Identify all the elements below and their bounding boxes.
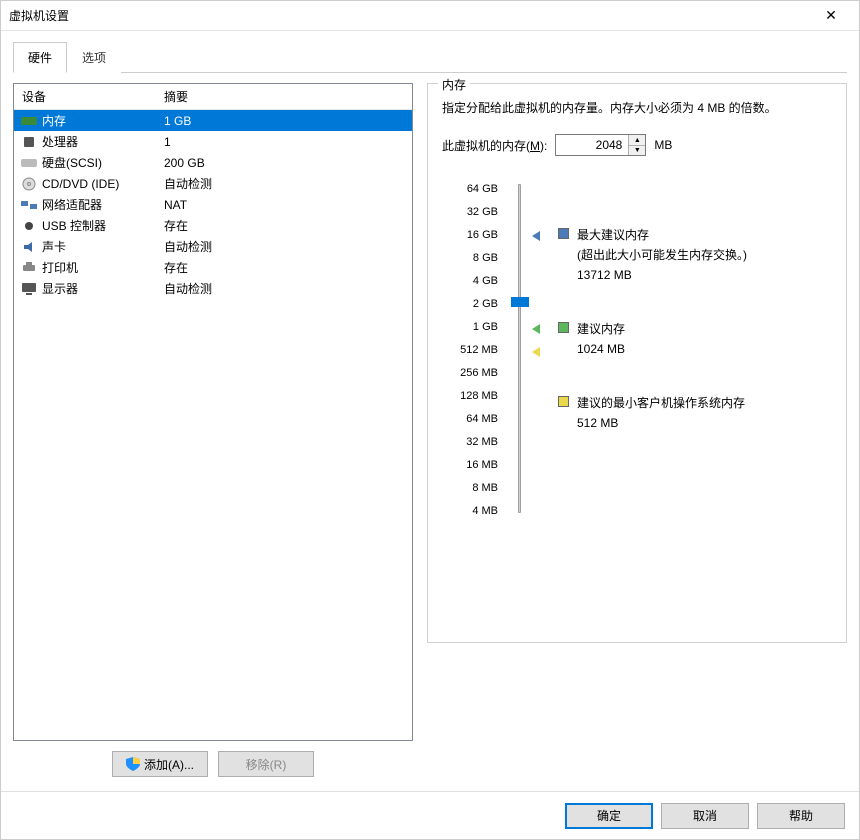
memory-description: 指定分配给此虚拟机的内存量。内存大小必须为 4 MB 的倍数。 xyxy=(442,98,832,118)
device-summary: 自动检测 xyxy=(164,280,412,297)
device-name: CD/DVD (IDE) xyxy=(42,177,164,191)
left-buttons: 添加(A)... 移除(R) xyxy=(13,741,413,791)
device-list-header: 设备 摘要 xyxy=(14,84,412,110)
device-summary: 存在 xyxy=(164,259,412,276)
memory-slider[interactable] xyxy=(504,178,544,523)
slider-track xyxy=(518,184,521,513)
legend-max-label: 最大建议内存 xyxy=(577,226,649,244)
legend-area: 最大建议内存 (超出此大小可能发生内存交换。) 13712 MB 建议内存 xyxy=(544,178,832,523)
memory-icon xyxy=(20,113,38,129)
device-row-memory[interactable]: 内存 1 GB xyxy=(14,110,412,131)
usb-icon xyxy=(20,218,38,234)
legend-max-note: (超出此大小可能发生内存交换。) xyxy=(577,246,832,264)
device-name: 内存 xyxy=(42,112,164,129)
spinner-buttons: ▲ ▼ xyxy=(628,135,645,155)
legend-min-value: 512 MB xyxy=(577,416,832,430)
device-row-sound[interactable]: 声卡 自动检测 xyxy=(14,236,412,257)
tab-options[interactable]: 选项 xyxy=(67,42,121,73)
memory-unit: MB xyxy=(654,138,672,152)
remove-button-label: 移除(R) xyxy=(246,756,287,773)
display-icon xyxy=(20,281,38,297)
device-name: USB 控制器 xyxy=(42,217,164,234)
device-summary: 1 xyxy=(164,135,412,149)
right-panel: 内存 指定分配给此虚拟机的内存量。内存大小必须为 4 MB 的倍数。 此虚拟机的… xyxy=(427,83,847,791)
legend-rec-value: 1024 MB xyxy=(577,342,832,356)
device-name: 网络适配器 xyxy=(42,196,164,213)
legend-rec-swatch-icon xyxy=(558,322,569,333)
device-name: 打印机 xyxy=(42,259,164,276)
device-row-usb[interactable]: USB 控制器 存在 xyxy=(14,215,412,236)
col-device: 设备 xyxy=(14,88,164,105)
vm-settings-window: 虚拟机设置 ✕ 硬件 选项 设备 摘要 内存 1 GB xyxy=(0,0,860,840)
device-row-network[interactable]: 网络适配器 NAT xyxy=(14,194,412,215)
left-panel: 设备 摘要 内存 1 GB 处理器 1 硬盘 xyxy=(13,83,413,791)
legend-min-label: 建议的最小客户机操作系统内存 xyxy=(577,394,745,412)
marker-max-icon xyxy=(532,231,540,241)
memory-input[interactable] xyxy=(556,135,628,155)
legend-max: 最大建议内存 (超出此大小可能发生内存交换。) 13712 MB xyxy=(558,226,832,282)
tab-bar: 硬件 选项 xyxy=(13,41,847,73)
spin-down-icon[interactable]: ▼ xyxy=(629,146,645,156)
memory-slider-area: 64 GB 32 GB 16 GB 8 GB 4 GB 2 GB 1 GB 51… xyxy=(442,178,832,523)
legend-max-swatch-icon xyxy=(558,228,569,239)
device-name: 硬盘(SCSI) xyxy=(42,154,164,171)
close-icon[interactable]: ✕ xyxy=(811,7,851,24)
help-button[interactable]: 帮助 xyxy=(757,803,845,829)
ok-button[interactable]: 确定 xyxy=(565,803,653,829)
device-list: 设备 摘要 内存 1 GB 处理器 1 硬盘 xyxy=(13,83,413,741)
legend-min: 建议的最小客户机操作系统内存 512 MB xyxy=(558,394,832,430)
device-summary: 200 GB xyxy=(164,156,412,170)
shield-icon xyxy=(126,757,140,771)
cd-icon xyxy=(20,176,38,192)
tab-hardware[interactable]: 硬件 xyxy=(13,42,67,73)
cancel-button[interactable]: 取消 xyxy=(661,803,749,829)
device-row-cd[interactable]: CD/DVD (IDE) 自动检测 xyxy=(14,173,412,194)
legend-rec-label: 建议内存 xyxy=(577,320,625,338)
printer-icon xyxy=(20,260,38,276)
device-name: 声卡 xyxy=(42,238,164,255)
device-row-hdd[interactable]: 硬盘(SCSI) 200 GB xyxy=(14,152,412,173)
device-summary: 存在 xyxy=(164,217,412,234)
slider-thumb-icon[interactable] xyxy=(511,297,529,307)
window-title: 虚拟机设置 xyxy=(9,7,811,24)
device-row-printer[interactable]: 打印机 存在 xyxy=(14,257,412,278)
panels: 设备 摘要 内存 1 GB 处理器 1 硬盘 xyxy=(13,73,847,791)
add-button-label: 添加(A)... xyxy=(144,756,194,773)
content-area: 硬件 选项 设备 摘要 内存 1 GB xyxy=(1,31,859,791)
memory-groupbox: 内存 指定分配给此虚拟机的内存量。内存大小必须为 4 MB 的倍数。 此虚拟机的… xyxy=(427,83,847,643)
legend-rec: 建议内存 1024 MB xyxy=(558,320,832,356)
device-summary: NAT xyxy=(164,198,412,212)
dialog-footer: 确定 取消 帮助 xyxy=(1,791,859,839)
device-summary: 自动检测 xyxy=(164,175,412,192)
device-row-display[interactable]: 显示器 自动检测 xyxy=(14,278,412,299)
cpu-icon xyxy=(20,134,38,150)
memory-spinner[interactable]: ▲ ▼ xyxy=(555,134,646,156)
sound-icon xyxy=(20,239,38,255)
marker-rec-icon xyxy=(532,324,540,334)
network-icon xyxy=(20,197,38,213)
marker-min-icon xyxy=(532,347,540,357)
device-name: 显示器 xyxy=(42,280,164,297)
device-row-cpu[interactable]: 处理器 1 xyxy=(14,131,412,152)
slider-tick-labels: 64 GB 32 GB 16 GB 8 GB 4 GB 2 GB 1 GB 51… xyxy=(442,178,504,523)
hdd-icon xyxy=(20,155,38,171)
device-summary: 自动检测 xyxy=(164,238,412,255)
memory-input-label: 此虚拟机的内存(M): xyxy=(442,137,547,154)
spin-up-icon[interactable]: ▲ xyxy=(629,135,645,146)
legend-max-value: 13712 MB xyxy=(577,268,832,282)
device-name: 处理器 xyxy=(42,133,164,150)
remove-button[interactable]: 移除(R) xyxy=(218,751,314,777)
legend-min-swatch-icon xyxy=(558,396,569,407)
device-summary: 1 GB xyxy=(164,114,412,128)
groupbox-title: 内存 xyxy=(438,76,470,93)
memory-input-row: 此虚拟机的内存(M): ▲ ▼ MB xyxy=(442,134,832,156)
col-summary: 摘要 xyxy=(164,88,412,105)
titlebar: 虚拟机设置 ✕ xyxy=(1,1,859,31)
add-button[interactable]: 添加(A)... xyxy=(112,751,208,777)
